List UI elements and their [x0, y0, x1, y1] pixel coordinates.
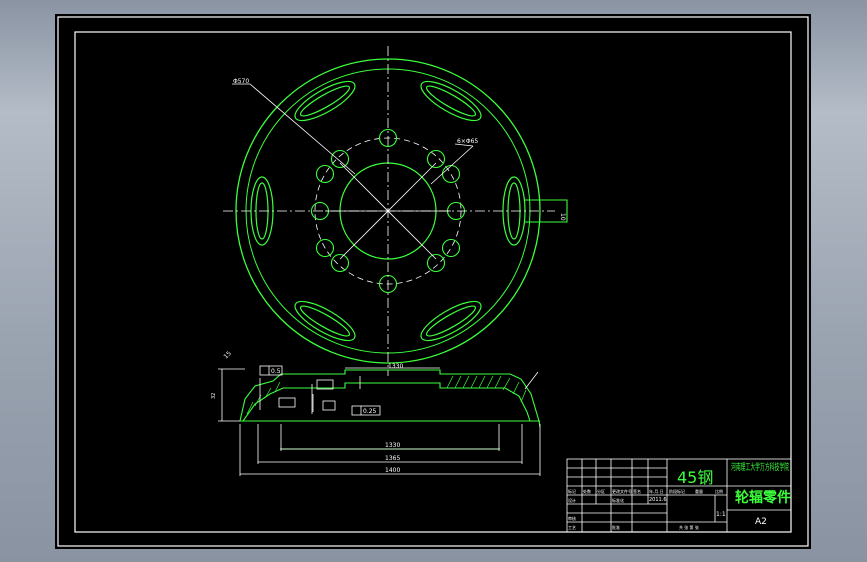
side-dim: 32: [211, 393, 217, 399]
tol-a: 0.5: [271, 368, 281, 375]
tol-b: 0.25: [363, 408, 377, 415]
dim-1330: 1330: [385, 442, 400, 449]
dim-1365: 1365: [385, 455, 400, 462]
tb-cell: 阶段标记: [669, 488, 685, 494]
top-view: [223, 46, 568, 376]
school-line: 河南理工大学万方科技学院: [731, 461, 789, 473]
tb-cell: 比例: [715, 488, 723, 494]
material: 45钢: [677, 468, 713, 487]
section-view: [218, 365, 541, 476]
notch-dim: 10: [559, 213, 566, 221]
scale: 1:1: [716, 511, 726, 518]
tb-cell: 签名: [633, 488, 641, 494]
tb-cell: 标准化: [612, 497, 624, 503]
rim-profile: [239, 369, 541, 428]
part-name: 轮辐零件: [735, 489, 791, 506]
tb-cell: 更改文件号: [612, 488, 632, 494]
sheet-size: A2: [755, 517, 767, 527]
dim-1400: 1400: [385, 467, 400, 474]
tb-cell: 分区: [597, 488, 605, 494]
dim-top: 1330: [388, 363, 403, 370]
tb-cell: 工艺: [568, 525, 576, 530]
holes-label: 6×Φ65: [457, 138, 478, 145]
tb-cell: 共 张 第 张: [679, 524, 699, 530]
cad-drawing[interactable]: Φ570 6×Φ65 10 1330 1330 1365 1400 0.5 0.…: [55, 14, 811, 549]
model-space-viewport[interactable]: Φ570 6×Φ65 10 1330 1330 1365 1400 0.5 0.…: [55, 14, 811, 549]
tb-cell: 设计: [568, 497, 576, 503]
tb-cell: 重量: [695, 488, 703, 494]
tb-cell: 处数: [583, 488, 591, 494]
tb-cell: 年.月.日: [649, 488, 664, 494]
date: 2011.6: [649, 497, 667, 503]
tb-cell: 批准: [612, 524, 620, 530]
drawing-frame: [74, 31, 792, 533]
tb-cell: 审核: [568, 515, 576, 521]
tb-cell: 标记: [568, 488, 576, 494]
phi-label: Φ570: [233, 78, 249, 85]
small-dim: 15: [222, 350, 232, 360]
